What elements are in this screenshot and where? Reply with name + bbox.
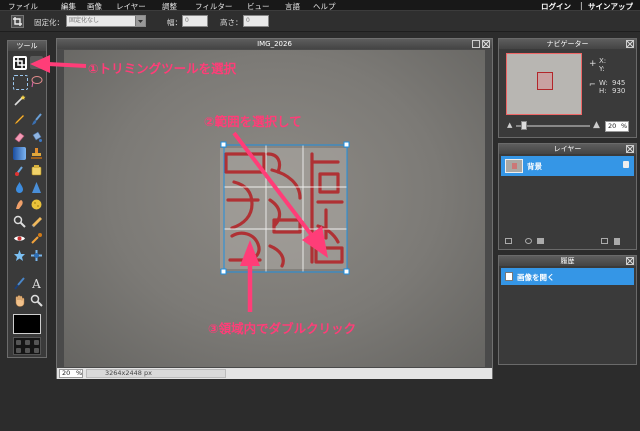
annotation-step2: ②範囲を選択して xyxy=(204,114,302,129)
arrow-1-head xyxy=(30,55,50,73)
annotation-step1: ①トリミングツールを選択 xyxy=(88,61,237,76)
annotation-step3: ③領域内でダブルクリック xyxy=(208,321,357,336)
arrow-3-head xyxy=(240,240,260,266)
